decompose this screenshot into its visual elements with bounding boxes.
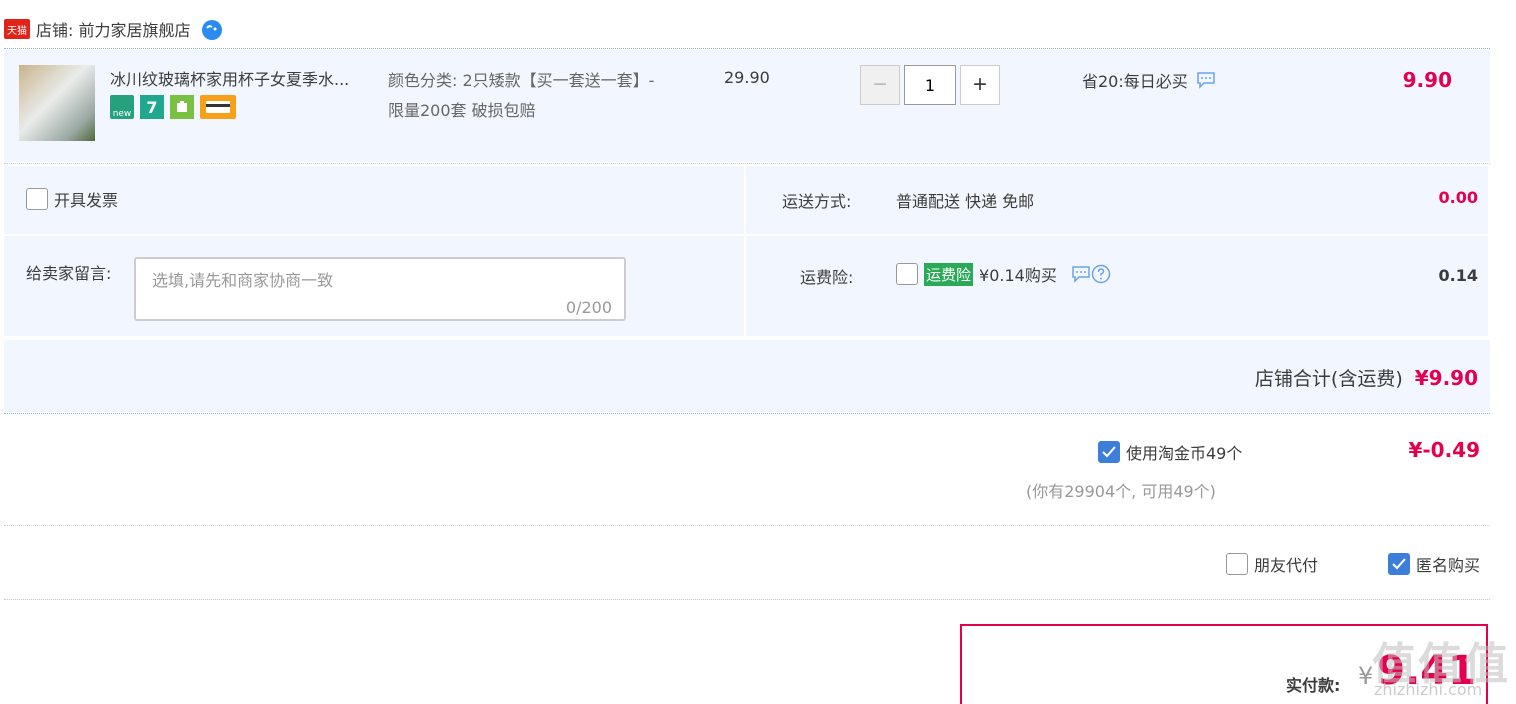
insurance-tag: 运费险	[924, 262, 974, 286]
coin-label: 使用淘金币49个	[1126, 444, 1243, 463]
memo-placeholder: 选填,请先和商家协商一致	[152, 271, 334, 290]
coin-discount: ¥-0.49	[1408, 438, 1480, 462]
divider	[4, 163, 1490, 164]
insurance-panel	[746, 236, 1488, 336]
memo-label: 给卖家留言:	[26, 264, 112, 283]
shipping-method: 普通配送 快递 免邮	[896, 192, 1035, 211]
divider	[4, 48, 1490, 49]
insurance-price-text: ¥0.14购买	[979, 266, 1057, 285]
insurance-label: 运费险:	[800, 268, 854, 287]
guarantee-icon	[170, 95, 194, 119]
insurance-checkbox[interactable]	[896, 263, 918, 285]
divider	[4, 525, 1490, 526]
watermark-url: zhizhizhi.com	[1374, 680, 1483, 699]
cart-item-row: 冰川纹玻璃杯家用杯子女夏季水... new 7 颜色分类: 2只矮款【买一套送一…	[4, 50, 1490, 162]
shop-name-link[interactable]: 店铺: 前力家居旗舰店	[36, 17, 190, 41]
new-badge-icon: new	[110, 95, 134, 119]
product-sku: 颜色分类: 2只矮款【买一套送一套】-限量200套 破损包赔	[388, 71, 655, 120]
seven-day-return-icon: 7	[140, 95, 164, 119]
comment-icon[interactable]	[1071, 265, 1091, 283]
unit-price: 29.90	[724, 68, 770, 87]
divider	[4, 413, 1490, 414]
insurance-option: 运费险 ¥0.14购买	[896, 262, 1111, 286]
wangwang-chat-icon[interactable]	[200, 17, 224, 41]
quantity-input[interactable]	[904, 65, 956, 105]
quantity-decrease-button[interactable]: −	[860, 65, 900, 105]
item-subtotal: 9.90	[1402, 68, 1452, 92]
shop-header: 天猫 店铺: 前力家居旗舰店	[4, 14, 224, 44]
shop-total-amount: ¥9.90	[1414, 366, 1478, 390]
anonymous-checkbox[interactable]	[1388, 553, 1410, 575]
anonymous-option: 匿名购买	[1388, 552, 1480, 576]
divider	[4, 599, 1490, 600]
product-badges: new 7	[110, 95, 236, 119]
shipping-label: 运送方式:	[782, 192, 852, 211]
help-icon[interactable]	[1091, 264, 1111, 284]
product-title-link[interactable]: 冰川纹玻璃杯家用杯子女夏季水...	[110, 66, 382, 90]
invoice-option: 开具发票	[26, 187, 118, 211]
invoice-label: 开具发票	[54, 191, 119, 210]
currency-symbol: ¥	[1358, 662, 1374, 690]
payment-label: 实付款:	[1286, 676, 1341, 695]
coin-checkbox[interactable]	[1098, 441, 1120, 463]
product-thumbnail[interactable]	[19, 65, 95, 141]
friend-pay-option: 朋友代付	[1226, 552, 1318, 576]
quantity-increase-button[interactable]: +	[960, 65, 1000, 105]
tmall-logo-icon: 天猫	[4, 19, 30, 39]
coin-balance: (你有29904个, 可用49个)	[1026, 482, 1216, 501]
shop-total: 店铺合计(含运费) ¥9.90	[1255, 364, 1478, 391]
credit-card-icon	[200, 95, 236, 119]
promotion-info: 省20:每日必买	[1082, 68, 1216, 92]
memo-textarea[interactable]: 选填,请先和商家协商一致 0/200	[134, 257, 626, 321]
promotion-text: 省20:每日必买	[1082, 72, 1188, 91]
shipping-price: 0.00	[1438, 188, 1478, 207]
friend-pay-checkbox[interactable]	[1226, 553, 1248, 575]
invoice-checkbox[interactable]	[26, 188, 48, 210]
shipping-panel	[746, 166, 1488, 234]
anonymous-label: 匿名购买	[1416, 556, 1481, 575]
taobao-coin-option: 使用淘金币49个	[1098, 440, 1242, 464]
quantity-stepper: − +	[860, 65, 1000, 105]
insurance-amount: 0.14	[1438, 266, 1478, 285]
memo-char-count: 0/200	[565, 298, 612, 317]
comment-icon[interactable]	[1196, 71, 1216, 89]
friend-pay-label: 朋友代付	[1254, 556, 1319, 575]
shop-total-label: 店铺合计(含运费)	[1254, 368, 1403, 390]
